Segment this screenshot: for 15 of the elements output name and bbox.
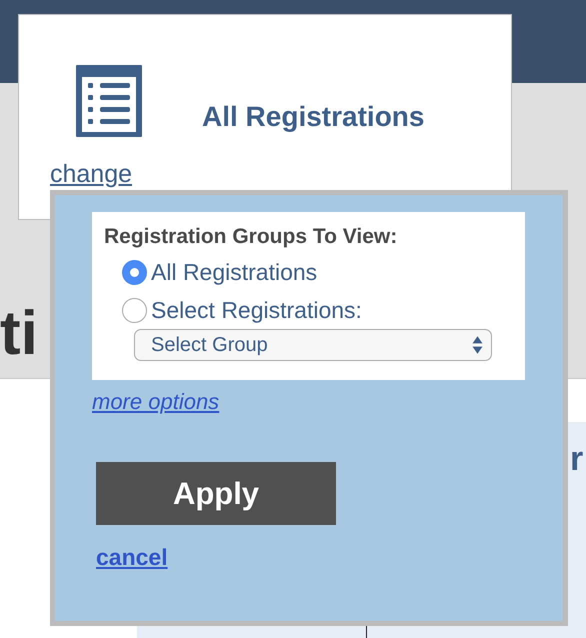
cancel-link[interactable]: cancel: [96, 544, 168, 571]
radio-button[interactable]: [122, 260, 147, 284]
section-heading: r: [570, 440, 584, 479]
apply-button[interactable]: Apply: [96, 462, 336, 525]
select-arrows-icon: [472, 335, 483, 355]
change-link[interactable]: change: [50, 160, 132, 189]
radio-button[interactable]: [122, 298, 147, 322]
view-title: All Registrations: [202, 101, 424, 133]
page-heading: ti: [0, 300, 38, 368]
radio-label[interactable]: All Registrations: [151, 258, 318, 286]
group-heading: Registration Groups To View:: [104, 225, 398, 249]
group-select[interactable]: Select Group: [134, 329, 492, 361]
radio-label[interactable]: Select Registrations:: [151, 296, 362, 324]
more-options-link[interactable]: more options: [92, 389, 220, 415]
list-icon: [76, 65, 142, 137]
